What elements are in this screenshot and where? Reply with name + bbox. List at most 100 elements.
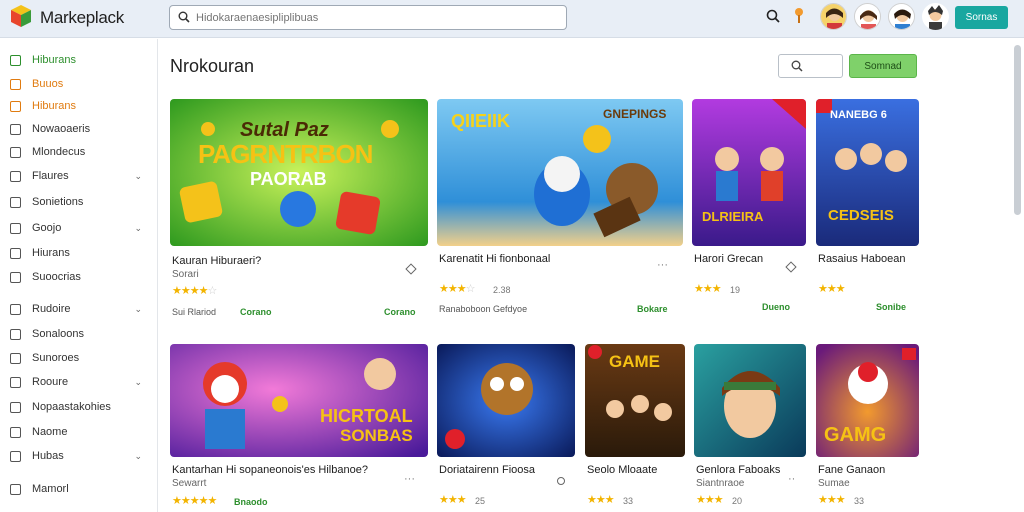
game-card[interactable]: GAME Seolo Mloaate ★★★ 33	[585, 344, 685, 512]
sidebar: Hiburans Buuos Hiburans Nowaoaeris Mlondecus…	[0, 39, 158, 512]
card-title[interactable]: Kauran Hiburaeri?	[172, 255, 261, 267]
card-action-link[interactable]: Corano	[384, 307, 416, 317]
sidebar-item-icon	[10, 484, 21, 495]
card-subtitle: Sewarrt	[172, 478, 207, 489]
pin-icon[interactable]	[793, 7, 805, 25]
card-action-link[interactable]: Corano	[240, 307, 272, 317]
chevron-down-icon[interactable]: ⌄	[134, 171, 142, 182]
sidebar-item[interactable]: Goojo ⌄	[8, 220, 150, 238]
thumb-heading: DLRIEIRA	[702, 209, 764, 224]
avatar[interactable]	[922, 3, 949, 30]
search-input[interactable]	[196, 9, 556, 27]
card-title[interactable]: Harori Grecan	[694, 253, 763, 265]
thumb-heading: CEDSEIS	[828, 207, 894, 224]
sidebar-item-label: Sonaloons	[32, 328, 84, 340]
chevron-down-icon[interactable]: ⌄	[134, 304, 142, 315]
star-rating: ★★★	[439, 494, 467, 506]
star-rating: ★★★☆	[439, 283, 475, 295]
sidebar-item-label: Hiurans	[32, 247, 70, 259]
rating-count: 25	[475, 496, 486, 506]
sidebar-item-label: Flaures	[32, 170, 69, 182]
chevron-down-icon[interactable]: ⌄	[134, 223, 142, 234]
scrollbar[interactable]	[1014, 45, 1021, 215]
sidebar-item-label: Suoocrias	[32, 271, 81, 283]
game-card[interactable]: GAMG Fane Ganaon Sumae ★★★ 33	[816, 344, 919, 512]
card-title[interactable]: Kantarhan Hi sopaneonois'es Hilbanoe?	[172, 464, 368, 476]
game-card[interactable]: HICRTOAL SONBAS Kantarhan Hi sopaneonois…	[170, 344, 428, 512]
sidebar-item[interactable]: Rooure ⌄	[8, 374, 150, 392]
sidebar-item-label: Sunoroes	[32, 352, 80, 364]
card-title[interactable]: Doriatairenn Fioosa	[439, 464, 535, 476]
game-thumbnail	[694, 344, 806, 457]
more-icon[interactable]: ··	[788, 473, 795, 485]
game-card[interactable]: DLRIEIRA Harori Grecan ★★★ 19 Dueno	[692, 99, 806, 324]
avatar[interactable]	[888, 3, 915, 30]
game-card[interactable]: Doriatairenn Fioosa ★★★ 25	[437, 344, 575, 512]
sidebar-item[interactable]: Rudoire ⌄	[8, 301, 150, 319]
sidebar-item-icon	[10, 304, 21, 315]
pin-icon[interactable]	[405, 263, 417, 275]
search-bar[interactable]	[169, 5, 567, 30]
sidebar-item[interactable]: Naome	[8, 424, 150, 442]
sidebar-item-label: Mamorl	[32, 483, 69, 495]
sidebar-item-icon	[10, 223, 21, 234]
sidebar-item[interactable]: Mlondecus	[8, 144, 150, 162]
card-subtitle: Siantnraoe	[696, 478, 745, 489]
sidebar-item-label: Mlondecus	[32, 146, 86, 158]
more-icon[interactable]: ···	[657, 259, 668, 271]
card-action-link[interactable]: Bokare	[637, 304, 668, 314]
search-icon[interactable]	[766, 9, 780, 23]
card-title[interactable]: Rasaius Haboean	[818, 253, 905, 265]
filter-search-box[interactable]	[778, 54, 843, 78]
star-rating: ★★★	[818, 494, 846, 506]
pin-icon[interactable]	[557, 477, 565, 485]
sidebar-item-icon	[10, 353, 21, 364]
sidebar-item-label: Goojo	[32, 222, 62, 234]
cube-logo-icon	[11, 5, 31, 27]
sidebar-item[interactable]: Hiburans	[8, 52, 150, 70]
sidebar-item[interactable]: Nopaastakohies	[8, 399, 150, 417]
star-rating: ★★★	[696, 494, 724, 506]
card-title[interactable]: Genlora Faboaks	[696, 464, 780, 476]
sidebar-item[interactable]: Suoocrias	[8, 269, 150, 287]
sidebar-item-icon	[10, 55, 21, 66]
game-card[interactable]: Genlora Faboaks ·· Siantnraoe ★★★ 20	[694, 344, 806, 512]
sidebar-item[interactable]: Mamorl	[8, 481, 150, 499]
card-title[interactable]: Karenatit Hi fionbonaal	[439, 253, 550, 265]
game-card[interactable]: QIIEIIK GNEPINGS Karenatit Hi fionbonaal…	[437, 99, 683, 329]
thumb-heading: GAMG	[824, 424, 887, 446]
sidebar-item[interactable]: Hiurans	[8, 245, 150, 263]
chevron-down-icon[interactable]: ⌄	[134, 451, 142, 462]
card-title[interactable]: Seolo Mloaate	[587, 464, 657, 476]
sidebar-item[interactable]: Sunoroes	[8, 350, 150, 368]
sidebar-item-icon	[10, 451, 21, 462]
sidebar-item-label: Naome	[32, 426, 68, 438]
star-rating: ★★★	[587, 494, 615, 506]
sidebar-item[interactable]: Nowaoaeris	[8, 121, 150, 139]
avatar[interactable]	[820, 3, 847, 30]
sidebar-item-label: Hubas	[32, 450, 64, 462]
sidebar-item-label: Hiburans	[32, 100, 77, 112]
sidebar-item[interactable]: Flaures ⌄	[8, 168, 150, 186]
card-title[interactable]: Fane Ganaon	[818, 464, 885, 476]
card-action-link[interactable]: Bnaodo	[234, 497, 268, 507]
sidebar-item[interactable]: Hubas ⌄	[8, 448, 150, 466]
thumb-heading: SONBAS	[340, 426, 413, 445]
game-card[interactable]: Sutal Paz PAGRNTRBON PAORAB Kauran Hibur…	[170, 99, 428, 329]
sidebar-item-icon	[10, 124, 21, 135]
sidebar-item[interactable]: Sonietions	[8, 194, 150, 212]
game-card[interactable]: NANEBG 6 CEDSEIS Rasaius Haboean ★★★ Son…	[816, 99, 919, 324]
sidebar-item-label: Nowaoaeris	[32, 123, 91, 135]
card-action-link[interactable]: Dueno	[762, 302, 790, 312]
top-action-button[interactable]: Sornas	[955, 6, 1008, 29]
card-action-link[interactable]: Sonibe	[876, 302, 906, 312]
avatar[interactable]	[854, 3, 881, 30]
more-icon[interactable]: ···	[404, 473, 415, 485]
sidebar-item[interactable]: Hiburans	[8, 98, 150, 116]
filter-apply-button[interactable]: Somnad	[849, 54, 917, 78]
sidebar-item[interactable]: Buuos	[8, 76, 150, 94]
rating-count: 19	[730, 285, 741, 295]
pin-icon[interactable]	[785, 261, 797, 273]
sidebar-item[interactable]: Sonaloons	[8, 326, 150, 344]
chevron-down-icon[interactable]: ⌄	[134, 377, 142, 388]
